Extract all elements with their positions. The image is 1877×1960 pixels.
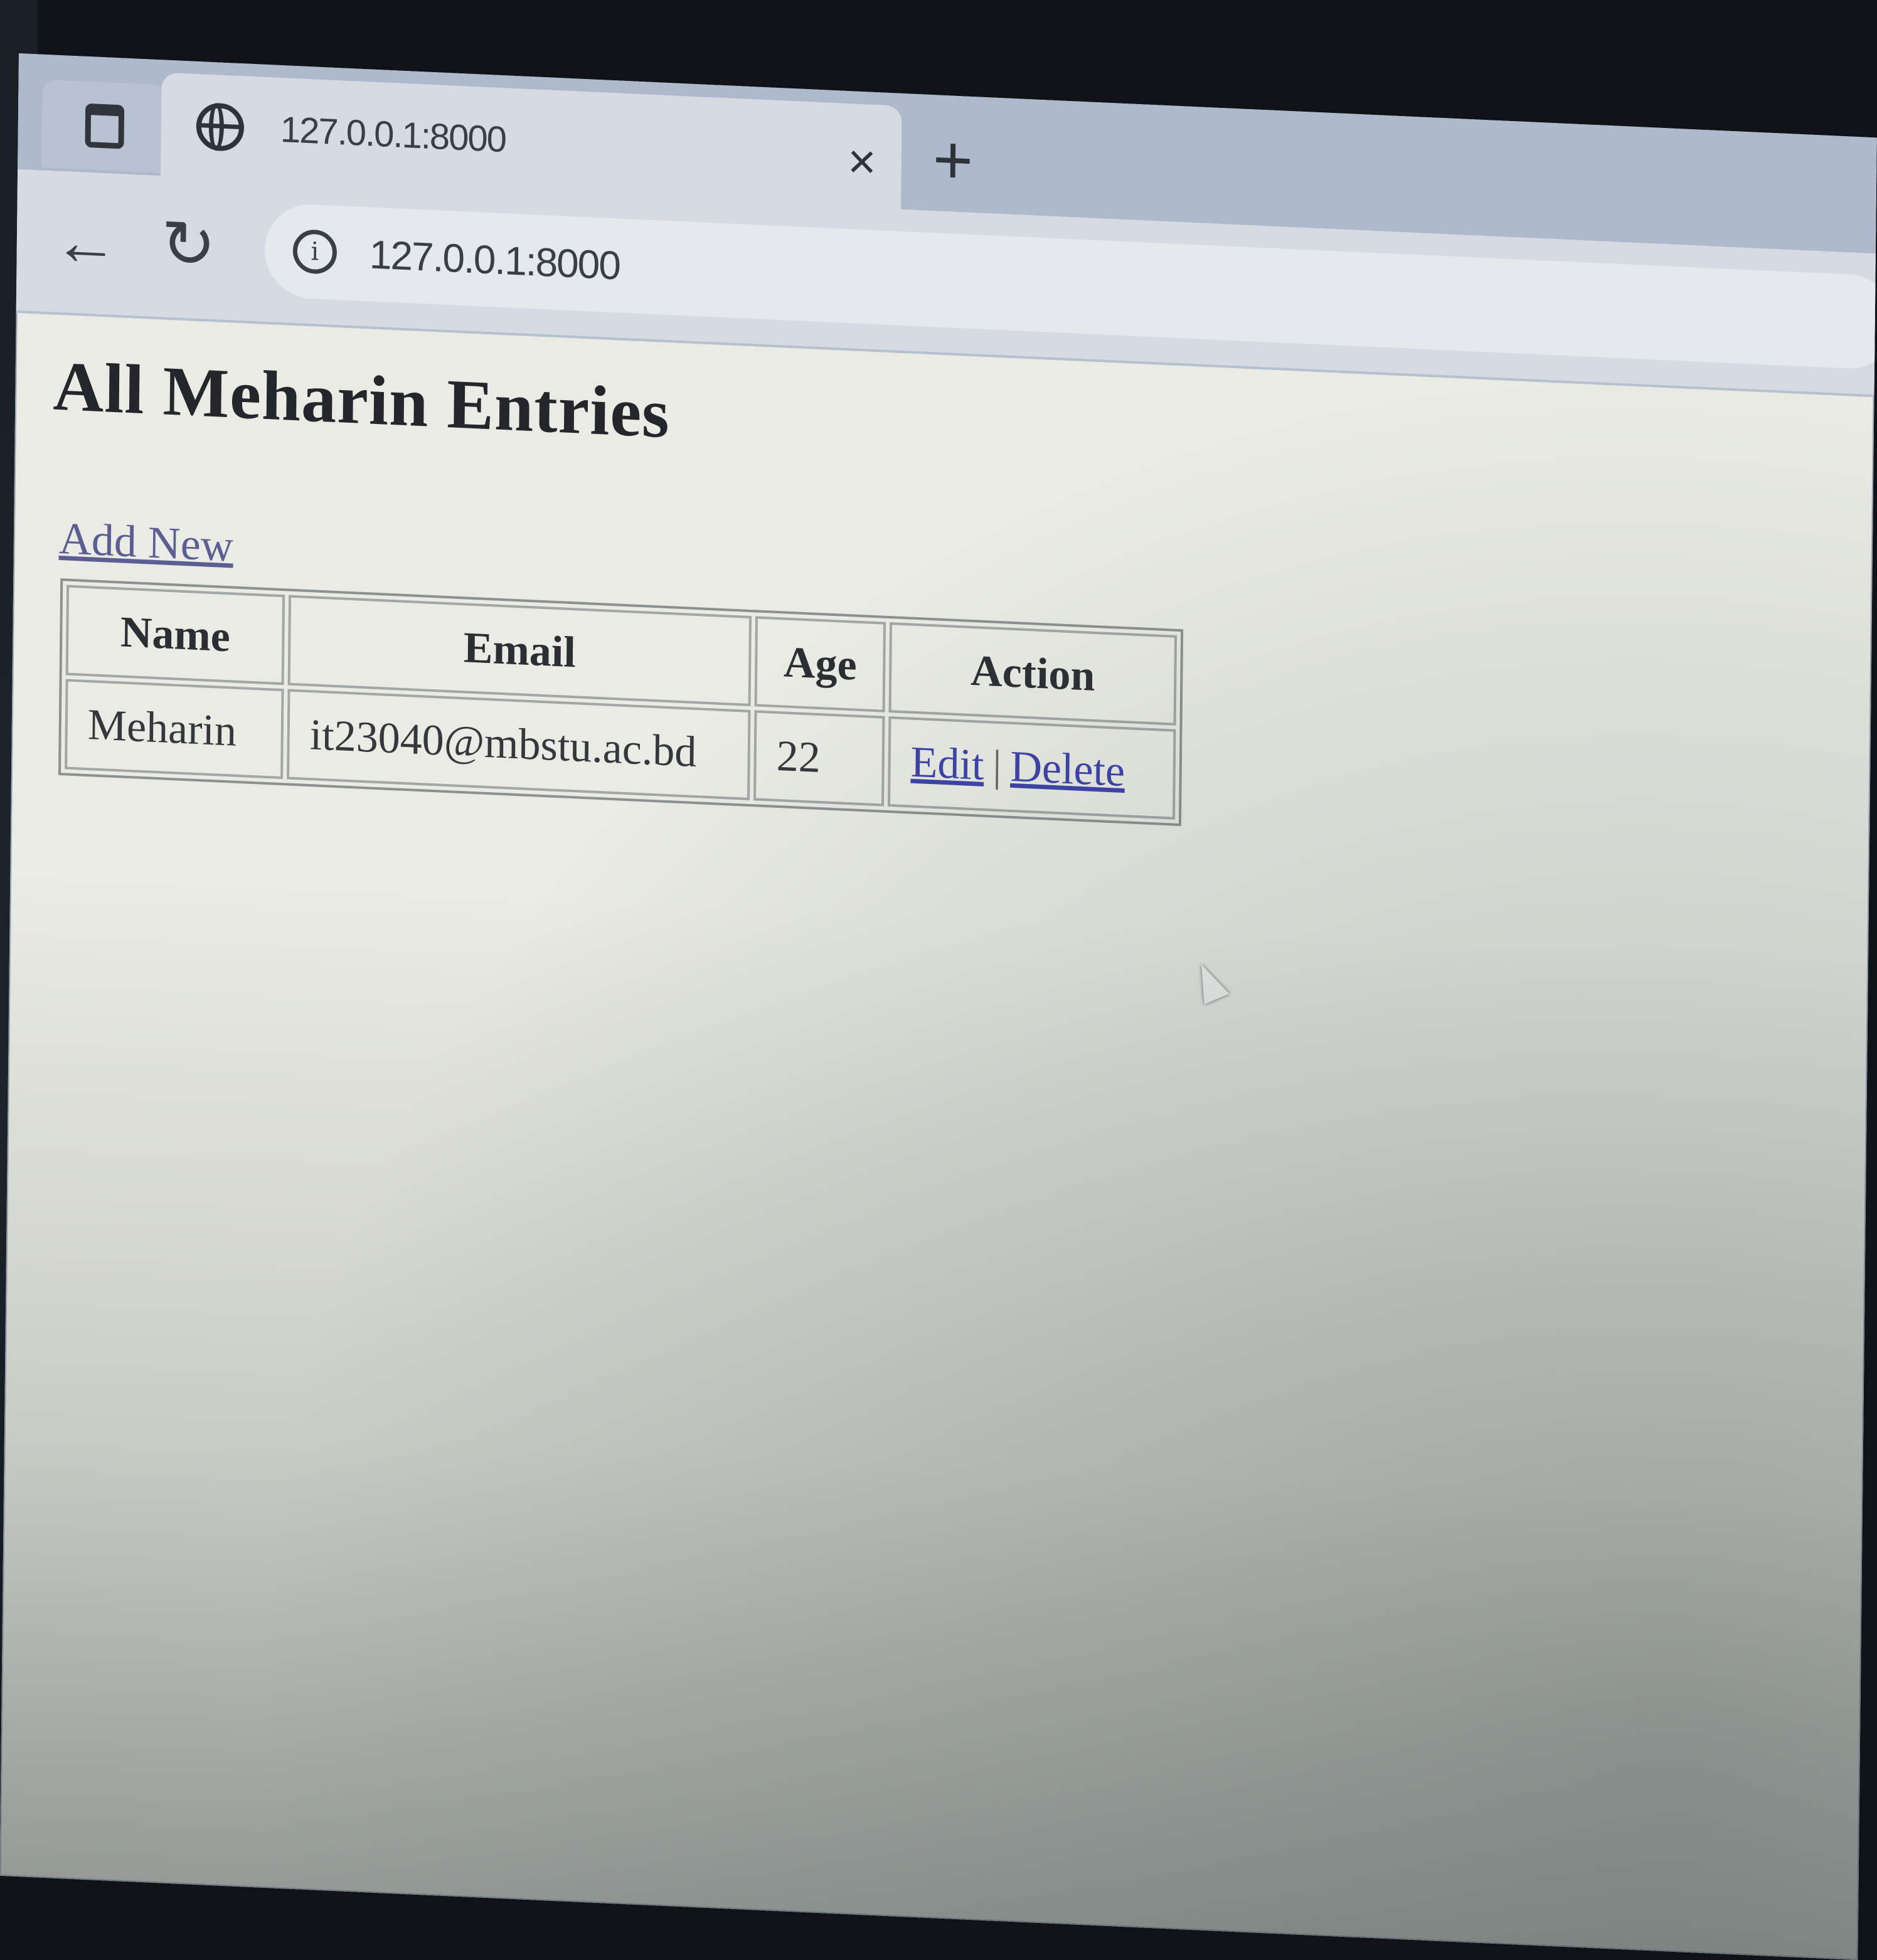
column-header-action: Action	[888, 622, 1178, 726]
browser-window: 127.0.0.1:8000 × + ← ↻ i 127.0.0.1:8000 …	[0, 53, 1877, 1960]
window-icon	[85, 103, 125, 149]
page-title: All Meharin Entries	[52, 347, 671, 453]
entries-table: Name Email Age Action Meharin it23040@mb…	[58, 578, 1184, 827]
column-header-age: Age	[754, 616, 886, 712]
close-tab-icon[interactable]: ×	[848, 133, 876, 189]
delete-link[interactable]: Delete	[1010, 743, 1125, 796]
column-header-email: Email	[287, 595, 752, 707]
cell-name: Meharin	[65, 679, 284, 780]
reload-icon[interactable]: ↻	[161, 207, 216, 282]
tab-title: 127.0.0.1:8000	[280, 109, 506, 161]
cell-action: Edit | Delete	[888, 716, 1176, 820]
cell-age: 22	[753, 710, 885, 807]
page-content: All Meharin Entries Add New Name Email A…	[0, 313, 1874, 1960]
url-text[interactable]: 127.0.0.1:8000	[369, 231, 620, 289]
mouse-cursor-icon	[1188, 959, 1230, 1005]
column-header-name: Name	[65, 585, 285, 686]
back-arrow-icon[interactable]: ←	[53, 205, 119, 281]
tab-overview-button[interactable]	[41, 79, 168, 173]
edit-link[interactable]: Edit	[910, 738, 984, 790]
site-info-icon[interactable]: i	[292, 228, 338, 275]
action-separator: |	[992, 741, 1002, 791]
globe-icon	[196, 102, 245, 152]
new-tab-button[interactable]: +	[932, 120, 974, 199]
cell-email: it23040@mbstu.ac.bd	[287, 689, 751, 800]
add-new-link[interactable]: Add New	[58, 512, 234, 573]
